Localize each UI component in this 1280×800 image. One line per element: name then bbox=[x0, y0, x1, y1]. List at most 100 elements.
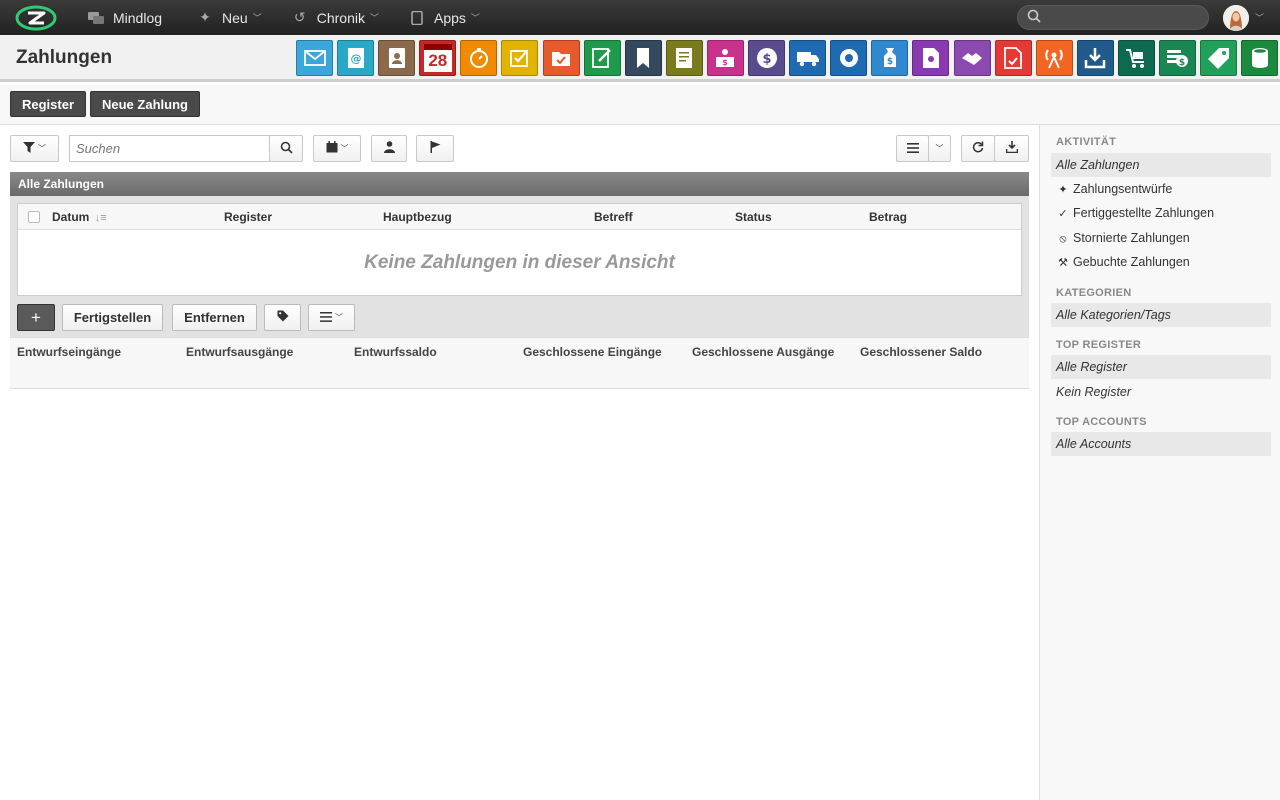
nav-mindlog-label: Mindlog bbox=[113, 9, 163, 26]
nav-mindlog[interactable]: Mindlog bbox=[88, 10, 162, 26]
search-button[interactable] bbox=[269, 135, 303, 162]
finance-app-icon[interactable]: $ bbox=[748, 40, 786, 76]
summary-closed-income: Geschlossene Eingänge bbox=[523, 345, 662, 359]
nav-chronik[interactable]: ↺ Chronik ﹀ bbox=[292, 9, 379, 26]
payments-app-icon[interactable]: $ bbox=[871, 40, 909, 76]
partners-app-icon[interactable] bbox=[953, 40, 991, 76]
timer-app-icon[interactable] bbox=[460, 40, 498, 76]
sidebar-heading-categories: KATEGORIEN bbox=[1056, 287, 1132, 299]
filter-dropdown[interactable]: ﹀ bbox=[10, 135, 59, 162]
cases-app-icon[interactable] bbox=[542, 40, 580, 76]
register-button[interactable]: Register bbox=[10, 91, 87, 117]
svg-text:$: $ bbox=[887, 57, 893, 67]
chevron-down-icon: ﹀ bbox=[470, 13, 480, 23]
refresh-icon bbox=[972, 141, 984, 156]
svg-text:$: $ bbox=[1179, 58, 1185, 68]
flag-icon bbox=[430, 141, 441, 156]
chevron-down-icon: ﹀ bbox=[335, 313, 343, 322]
history-icon: ↺ bbox=[293, 9, 306, 25]
cash-app-icon[interactable]: $ bbox=[1158, 40, 1196, 76]
date-filter-dropdown[interactable]: ﹀ bbox=[313, 135, 361, 162]
sidebar-heading-activity: AKTIVITÄT bbox=[1056, 136, 1117, 148]
sidebar-item-label: Alle Accounts bbox=[1056, 437, 1132, 451]
sidebar-item-all-accounts[interactable]: Alle Accounts bbox=[1051, 432, 1271, 456]
search-field[interactable] bbox=[69, 135, 270, 162]
broadcast-app-icon[interactable] bbox=[1035, 40, 1073, 76]
sidebar-item-label: Kein Register bbox=[1056, 385, 1132, 399]
new-payment-button[interactable]: Neue Zahlung bbox=[90, 91, 200, 117]
nav-neu-label: Neu bbox=[222, 9, 248, 26]
totals-summary: Entwurfseingänge Entwurfsausgänge Entwur… bbox=[10, 337, 1029, 389]
mail-app-icon[interactable] bbox=[296, 40, 333, 76]
contacts-app-icon[interactable] bbox=[378, 40, 416, 76]
contracts-app-icon[interactable] bbox=[912, 40, 950, 76]
list-icon bbox=[906, 142, 919, 156]
top-navigation-bar: Mindlog ✦ Neu ﹀ ↺ Chronik ﹀ Apps ﹀ ﹀ bbox=[0, 0, 1280, 35]
summary-closed-expenses: Geschlossene Ausgänge bbox=[692, 345, 835, 359]
person-filter-button[interactable] bbox=[371, 135, 407, 162]
nav-apps-label: Apps bbox=[434, 9, 466, 26]
sidebar-item-all-payments[interactable]: Alle Zahlungen bbox=[1051, 153, 1271, 177]
bookmark-app-icon[interactable] bbox=[624, 40, 662, 76]
tasks-app-icon[interactable] bbox=[501, 40, 539, 76]
sales-app-icon[interactable]: $ bbox=[706, 40, 744, 76]
tag-button[interactable] bbox=[264, 304, 301, 331]
sidebar-item-completed-payments[interactable]: ✓ Fertiggestellte Zahlungen bbox=[1051, 201, 1271, 225]
empty-state-message: Keine Zahlungen in dieser Ansicht bbox=[364, 252, 675, 273]
documents-app-icon[interactable] bbox=[665, 40, 703, 76]
email-marketing-app-icon[interactable]: @ bbox=[337, 40, 375, 76]
calendar-icon bbox=[326, 141, 338, 156]
add-button[interactable]: + bbox=[17, 304, 55, 331]
export-button[interactable] bbox=[994, 135, 1029, 162]
database-app-icon[interactable] bbox=[1241, 40, 1279, 76]
view-options-dropdown[interactable]: ﹀ bbox=[928, 135, 951, 162]
calendar-app-icon[interactable]: 28 bbox=[419, 40, 457, 76]
sidebar-item-draft-payments[interactable]: ✦ Zahlungsentwürfe bbox=[1051, 177, 1271, 201]
more-actions-dropdown[interactable]: ﹀ bbox=[308, 304, 355, 331]
user-avatar[interactable] bbox=[1223, 5, 1249, 31]
column-header-register[interactable]: Register bbox=[224, 210, 272, 224]
app-logo[interactable] bbox=[14, 5, 58, 31]
shipping-app-icon[interactable] bbox=[789, 40, 827, 76]
remove-button[interactable]: Entfernen bbox=[172, 304, 257, 331]
sidebar-item-cancelled-payments[interactable]: ⦸ Stornierte Zahlungen bbox=[1051, 226, 1271, 250]
sidebar-item-all-categories[interactable]: Alle Kategorien/Tags bbox=[1051, 303, 1271, 327]
refresh-button[interactable] bbox=[961, 135, 995, 162]
chevron-down-icon[interactable]: ﹀ bbox=[1255, 11, 1264, 24]
person-icon bbox=[383, 141, 395, 156]
sidebar-item-all-registers[interactable]: Alle Register bbox=[1051, 355, 1271, 379]
pdf-app-icon[interactable] bbox=[994, 40, 1032, 76]
notes-app-icon[interactable] bbox=[583, 40, 621, 76]
column-header-date[interactable]: Datum ↓≡ bbox=[52, 210, 107, 224]
column-header-amount[interactable]: Betrag bbox=[869, 210, 907, 224]
sidebar-item-label: Fertiggestellte Zahlungen bbox=[1073, 206, 1215, 220]
select-all-checkbox[interactable] bbox=[28, 211, 40, 223]
global-search[interactable] bbox=[1017, 5, 1209, 30]
column-header-status[interactable]: Status bbox=[735, 210, 772, 224]
column-header-subject[interactable]: Betreff bbox=[594, 210, 633, 224]
action-bar: Register Neue Zahlung bbox=[0, 85, 1280, 125]
sidebar-item-label: Alle Zahlungen bbox=[1056, 158, 1140, 172]
nav-neu[interactable]: ✦ Neu ﹀ bbox=[197, 9, 262, 26]
sidebar-item-label: Zahlungsentwürfe bbox=[1073, 182, 1173, 196]
support-app-icon[interactable] bbox=[830, 40, 868, 76]
complete-button[interactable]: Fertigstellen bbox=[62, 304, 163, 331]
cancel-icon: ⦸ bbox=[1059, 233, 1067, 245]
sidebar-heading-registers: TOP REGISTER bbox=[1056, 339, 1142, 351]
list-view-button[interactable] bbox=[896, 135, 929, 162]
sidebar-item-no-register[interactable]: Kein Register bbox=[1051, 380, 1271, 404]
global-search-input[interactable] bbox=[1047, 10, 1197, 25]
list-panel-title: Alle Zahlungen bbox=[10, 172, 1029, 196]
calendar-day-number: 28 bbox=[423, 44, 452, 72]
download-app-icon[interactable] bbox=[1076, 40, 1114, 76]
search-input[interactable] bbox=[70, 136, 270, 161]
column-date-label: Datum bbox=[52, 210, 90, 224]
nav-apps[interactable]: Apps ﹀ bbox=[409, 10, 480, 26]
sidebar-item-posted-payments[interactable]: ⚒ Gebuchte Zahlungen bbox=[1051, 250, 1271, 274]
flag-filter-button[interactable] bbox=[416, 135, 454, 162]
nav-chronik-label: Chronik bbox=[316, 9, 365, 26]
chevron-down-icon: ﹀ bbox=[340, 144, 349, 153]
column-header-main-reference[interactable]: Hauptbezug bbox=[383, 210, 452, 224]
pricing-app-icon[interactable] bbox=[1200, 40, 1238, 76]
purchasing-app-icon[interactable] bbox=[1117, 40, 1155, 76]
